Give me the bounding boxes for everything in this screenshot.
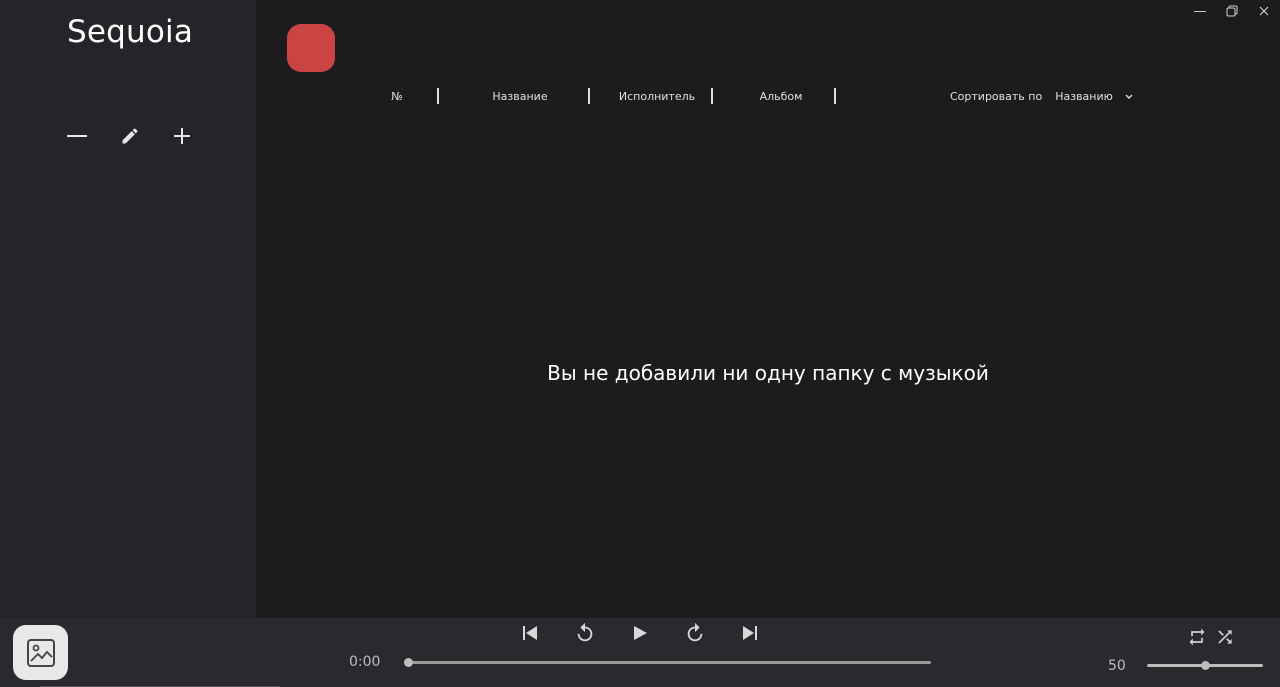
column-number[interactable]: №	[391, 90, 402, 103]
progress-knob[interactable]	[404, 658, 413, 667]
column-title[interactable]: Название	[492, 90, 547, 103]
album-cover[interactable]	[13, 625, 68, 680]
column-album[interactable]: Альбом	[760, 90, 803, 103]
app-title: Sequoia	[67, 14, 194, 50]
rewind-button[interactable]	[571, 621, 599, 645]
close-button[interactable]	[1248, 0, 1280, 22]
column-divider[interactable]	[711, 88, 713, 104]
progress-slider[interactable]	[404, 658, 931, 667]
forward-icon	[687, 622, 703, 642]
shuffle-icon	[1218, 630, 1232, 644]
repeat-icon	[1189, 628, 1205, 646]
repeat-button[interactable]	[1186, 627, 1208, 647]
playlist-actions	[62, 120, 197, 152]
skip-previous-icon	[523, 626, 537, 640]
playback-modes	[1186, 627, 1236, 647]
sort-label: Сортировать по	[950, 90, 1043, 103]
remove-playlist-button[interactable]	[62, 121, 92, 151]
window-controls	[1184, 0, 1280, 22]
play-button[interactable]	[626, 621, 654, 645]
track-list-header: № Название Исполнитель Альбом Сортироват…	[256, 88, 1280, 106]
sort-select[interactable]: Названию	[1055, 90, 1137, 103]
chevron-down-icon	[1125, 94, 1133, 99]
sort-control: Сортировать по Названию	[950, 90, 1137, 103]
previous-track-button[interactable]	[516, 621, 544, 645]
current-time: 0:00	[349, 654, 381, 670]
skip-next-icon	[743, 626, 757, 640]
image-placeholder-icon	[26, 638, 55, 667]
rewind-icon	[577, 622, 593, 642]
app-window: Sequoia № Название Исполнитель Альбом Со…	[0, 0, 1280, 687]
sort-value: Названию	[1055, 90, 1113, 103]
close-icon	[1259, 6, 1269, 16]
empty-state-message: Вы не добавили ни одну папку с музыкой	[547, 361, 989, 385]
player-bar: 0:00 50	[0, 618, 1280, 687]
play-icon	[634, 626, 647, 640]
pencil-icon	[122, 128, 138, 144]
volume-slider[interactable]	[1147, 661, 1263, 670]
restore-icon	[1226, 5, 1238, 17]
plus-icon	[174, 128, 190, 144]
restore-button[interactable]	[1216, 0, 1248, 22]
volume-value: 50	[1108, 658, 1126, 674]
minimize-icon	[1194, 11, 1206, 12]
column-divider[interactable]	[588, 88, 590, 104]
minus-icon	[67, 135, 87, 137]
main-panel: № Название Исполнитель Альбом Сортироват…	[256, 0, 1280, 618]
sidebar: Sequoia	[0, 0, 256, 618]
column-divider[interactable]	[437, 88, 439, 104]
column-divider[interactable]	[834, 88, 836, 104]
shuffle-button[interactable]	[1214, 627, 1236, 647]
add-folder-button[interactable]	[287, 24, 335, 72]
add-playlist-button[interactable]	[167, 121, 197, 151]
volume-knob[interactable]	[1201, 661, 1210, 670]
next-track-button[interactable]	[736, 621, 764, 645]
playback-controls	[516, 621, 764, 645]
column-artist[interactable]: Исполнитель	[619, 90, 695, 103]
minimize-button[interactable]	[1184, 0, 1216, 22]
edit-playlist-button[interactable]	[115, 121, 145, 151]
forward-button[interactable]	[681, 621, 709, 645]
